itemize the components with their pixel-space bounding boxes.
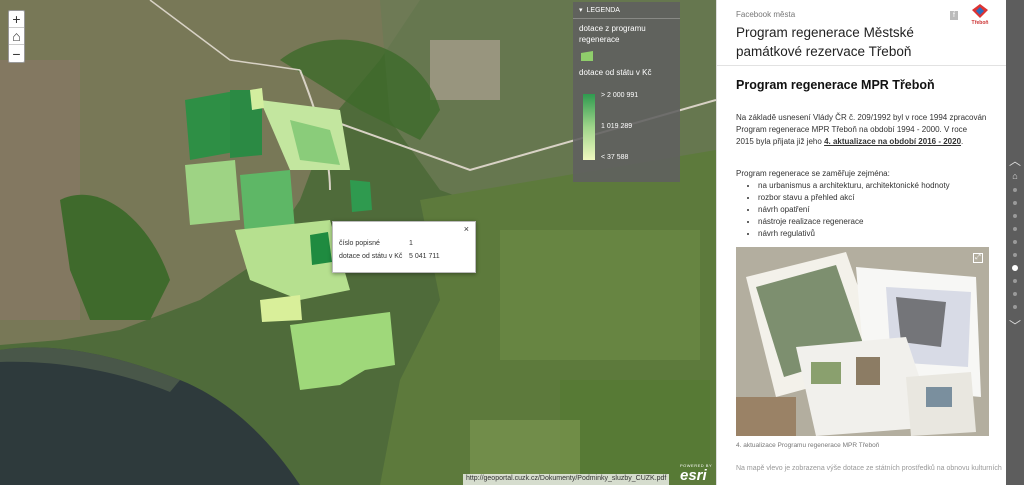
- list-item: návrh opatření: [758, 204, 987, 216]
- photo-caption: 4. aktualizace Programu regenerace MPR T…: [736, 442, 880, 449]
- city-logo-label: Třeboň: [971, 20, 989, 26]
- facebook-link[interactable]: Facebook města: [736, 10, 1006, 19]
- popup-row-value: 1: [409, 240, 413, 247]
- map-zoom-controls: + ⌂ −: [8, 10, 25, 63]
- document-photo[interactable]: ⤢: [736, 247, 989, 436]
- side-panel: Facebook města Program regenerace Městsk…: [716, 0, 1006, 485]
- next-paragraph: Na mapě vlevo je zobrazena výše dotace z…: [736, 465, 1002, 472]
- legend-max-label: > 2 000 991: [601, 92, 639, 99]
- home-button[interactable]: ⌂: [9, 28, 24, 45]
- nav-dot[interactable]: [1013, 188, 1017, 192]
- nav-dot[interactable]: [1013, 214, 1017, 218]
- list-intro: Program regenerace se zaměřuje zejména:: [736, 169, 890, 178]
- section-navigation: ︿ ⌂ ﹀: [1006, 0, 1024, 485]
- section-heading: Program regenerace MPR Třeboň: [736, 78, 935, 92]
- city-logo[interactable]: Třeboň: [969, 4, 991, 26]
- feature-popup: × číslo popisné 1 dotace od státu v Kč 5…: [332, 221, 476, 273]
- popup-row-value: 5 041 711: [409, 253, 440, 260]
- document-photo-image: [736, 247, 989, 436]
- legend-layer-swatch: [581, 51, 593, 61]
- popup-row: číslo popisné 1: [339, 240, 413, 247]
- nav-dot[interactable]: [1013, 279, 1017, 283]
- nav-dot[interactable]: [1013, 240, 1017, 244]
- intro-paragraph: Na základě usnesení Vlády ČR č. 209/1992…: [736, 112, 987, 148]
- list-item: rozbor stavu a přehled akcí: [758, 192, 987, 204]
- chevron-down-icon[interactable]: ﹀: [1008, 320, 1022, 332]
- legend-collapse-icon[interactable]: ▾: [579, 6, 583, 14]
- nav-dot-active[interactable]: [1012, 265, 1018, 271]
- popup-close-button[interactable]: ×: [464, 224, 469, 234]
- nav-dot[interactable]: [1013, 227, 1017, 231]
- map-attribution[interactable]: http://geoportal.cuzk.cz/Dokumenty/Podmi…: [463, 474, 670, 485]
- esri-logo[interactable]: POWERED BY esri: [680, 464, 712, 484]
- list-item: nástroje realizace regenerace: [758, 216, 987, 228]
- panel-body[interactable]: Program regenerace MPR Třeboň Na základě…: [717, 78, 1006, 472]
- aerial-map[interactable]: + ⌂ − ▾ LEGENDA dotace z programu regene…: [0, 0, 716, 485]
- legend-header-label: LEGENDA: [586, 6, 620, 14]
- chevron-up-icon[interactable]: ︿: [1008, 155, 1022, 167]
- nav-dot[interactable]: [1013, 305, 1017, 309]
- legend-min-label: < 37 588: [601, 154, 629, 161]
- zoom-in-button[interactable]: +: [9, 11, 24, 28]
- popup-row-label: číslo popisné: [339, 240, 380, 247]
- update-link[interactable]: 4. aktualizace na období 2016 - 2020: [824, 137, 961, 146]
- legend-header[interactable]: ▾ LEGENDA: [573, 2, 680, 19]
- facebook-icon[interactable]: f: [950, 11, 958, 20]
- nav-dot[interactable]: [1013, 253, 1017, 257]
- panel-header: Facebook města Program regenerace Městsk…: [717, 0, 1006, 66]
- legend-color-ramp: [583, 94, 595, 160]
- list-item: na urbanismus a architekturu, architekto…: [758, 180, 987, 192]
- legend-layer-title: dotace z programu regenerace: [579, 24, 646, 44]
- city-logo-icon: [972, 4, 988, 18]
- story-map-app: + ⌂ − ▾ LEGENDA dotace z programu regene…: [0, 0, 1024, 485]
- esri-wordmark: esri: [680, 467, 707, 484]
- nav-dot[interactable]: [1013, 201, 1017, 205]
- nav-dot[interactable]: [1013, 292, 1017, 296]
- focus-list: na urbanismus a architekturu, architekto…: [758, 180, 987, 240]
- legend-mid-label: 1 019 289: [601, 123, 633, 130]
- story-title: Program regenerace Městské památkové rez…: [736, 25, 914, 59]
- intro-text-end: .: [961, 137, 964, 146]
- home-icon[interactable]: ⌂: [1008, 170, 1022, 182]
- popup-row-label: dotace od státu v Kč: [339, 253, 403, 260]
- popup-row: dotace od státu v Kč 5 041 711: [339, 253, 440, 260]
- list-item: návrh regulativů: [758, 228, 987, 240]
- map-legend: ▾ LEGENDA dotace z programu regenerace d…: [573, 2, 680, 182]
- zoom-out-button[interactable]: −: [9, 45, 24, 62]
- expand-icon[interactable]: ⤢: [973, 253, 983, 263]
- legend-field-title: dotace od státu v Kč: [579, 68, 652, 77]
